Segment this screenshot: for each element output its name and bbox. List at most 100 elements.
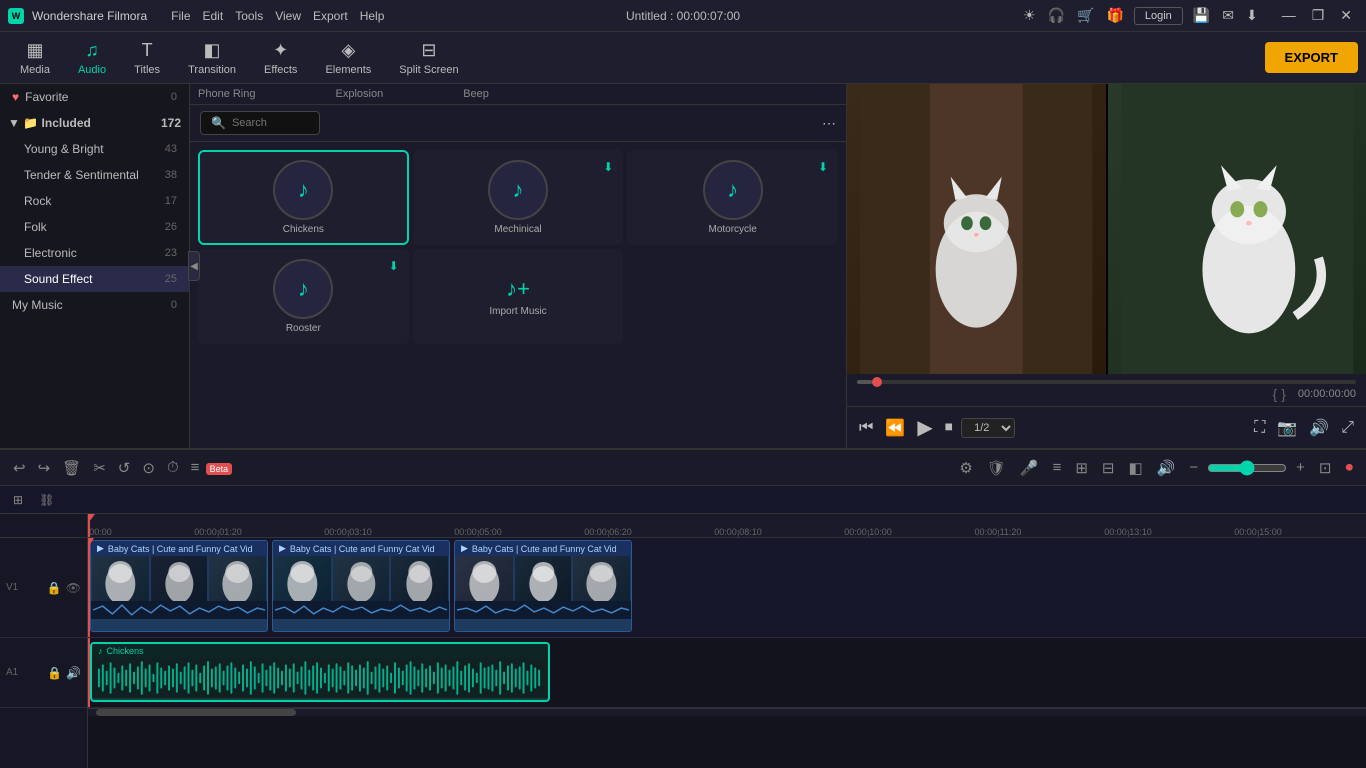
menu-help[interactable]: Help bbox=[360, 9, 385, 23]
folk-label: Folk bbox=[24, 220, 47, 234]
audio-card-rooster[interactable]: ⬇ ♪ Rooster bbox=[198, 249, 409, 344]
crop-button[interactable]: ⊙ bbox=[137, 456, 160, 480]
skip-back-button[interactable]: ⏮ bbox=[855, 415, 877, 441]
menu-edit[interactable]: Edit bbox=[203, 9, 224, 23]
media-icon: ▦ bbox=[26, 40, 43, 61]
volume-button[interactable]: 🔊 bbox=[1305, 414, 1333, 442]
rotate-button[interactable]: ↺ bbox=[113, 456, 136, 480]
toolbar-titles[interactable]: T Titles bbox=[122, 36, 172, 80]
my-music-count: 0 bbox=[171, 299, 177, 311]
headphone-icon[interactable]: 🎧 bbox=[1046, 5, 1067, 26]
login-button[interactable]: Login bbox=[1134, 7, 1183, 25]
fit-button[interactable]: ⊡ bbox=[1314, 456, 1337, 480]
message-icon[interactable]: ✉ bbox=[1220, 5, 1236, 26]
menu-view[interactable]: View bbox=[275, 9, 301, 23]
elements-label: Elements bbox=[325, 64, 371, 76]
brightness-icon[interactable]: ☀ bbox=[1021, 5, 1038, 26]
sidebar-item-electronic[interactable]: Electronic 23 bbox=[0, 240, 189, 266]
track-visible-icon[interactable]: 👁 bbox=[66, 581, 81, 595]
audio-vol-button[interactable]: 🔊 bbox=[1152, 456, 1181, 480]
render-button[interactable]: ⚙ bbox=[954, 456, 977, 480]
audio-card-motorcycle[interactable]: ⬇ ♪ Motorcycle bbox=[627, 150, 838, 245]
shield-button[interactable]: 🛡 bbox=[982, 456, 1011, 480]
toolbar-transition[interactable]: ◧ Transition bbox=[176, 36, 248, 80]
effects-label: Effects bbox=[264, 64, 297, 76]
timer-button[interactable]: ⏱ bbox=[162, 456, 184, 480]
sidebar-item-included[interactable]: ▼ 📁 Included 172 bbox=[0, 110, 189, 136]
toolbar-effects[interactable]: ✦ Effects bbox=[252, 36, 309, 80]
sidebar-item-tender[interactable]: Tender & Sentimental 38 bbox=[0, 162, 189, 188]
sidebar-item-folk[interactable]: Folk 26 bbox=[0, 214, 189, 240]
clip-1-label: Baby Cats | Cute and Funny Cat Vid bbox=[108, 544, 253, 554]
audio-track-mute-icon[interactable]: 🔊 bbox=[66, 666, 81, 680]
search-input[interactable] bbox=[232, 117, 312, 129]
sound-effect-label: Sound Effect bbox=[24, 272, 93, 286]
sidebar-item-rock[interactable]: Rock 17 bbox=[0, 188, 189, 214]
settings-button[interactable]: ≡ Beta bbox=[186, 456, 237, 480]
minimize-button[interactable]: — bbox=[1276, 5, 1302, 26]
record-button[interactable]: ⏺ bbox=[1340, 456, 1358, 479]
subtract-button[interactable]: ⊟ bbox=[1097, 456, 1120, 480]
fullscreen-button[interactable]: ⛶ bbox=[1250, 415, 1269, 441]
mic-button[interactable]: 🎤 bbox=[1015, 456, 1044, 480]
panel-collapse-arrow[interactable]: ◀ bbox=[188, 251, 200, 281]
split-button[interactable]: ◧ bbox=[1124, 456, 1148, 480]
import-music-card[interactable]: ♪+ Import Music bbox=[413, 249, 624, 344]
page-indicator[interactable]: 1/2 bbox=[961, 418, 1015, 438]
gift-icon[interactable]: 🎁 bbox=[1104, 5, 1125, 26]
expand-button[interactable]: ⤢ bbox=[1337, 415, 1358, 441]
mix-button[interactable]: ≡ bbox=[1048, 456, 1067, 479]
menu-tools[interactable]: Tools bbox=[235, 9, 263, 23]
toolbar-elements[interactable]: ◈ Elements bbox=[313, 36, 383, 80]
track-lock-icon[interactable]: 🔒 bbox=[47, 581, 62, 595]
audio-card-chickens[interactable]: ♪ Chickens bbox=[198, 150, 409, 245]
sidebar-item-my-music[interactable]: My Music 0 bbox=[0, 292, 189, 318]
stop-button[interactable]: ⏹ bbox=[941, 415, 957, 441]
rock-count: 17 bbox=[165, 195, 177, 207]
toolbar-media[interactable]: ▦ Media bbox=[8, 36, 62, 80]
step-back-button[interactable]: ⏪ bbox=[881, 414, 909, 442]
ruler-mark-0: 00:00:00:00 bbox=[88, 527, 112, 537]
rock-label: Rock bbox=[24, 194, 51, 208]
zoom-in-button[interactable]: + bbox=[1291, 456, 1310, 479]
download-icon[interactable]: ⬇ bbox=[1244, 5, 1260, 26]
progress-track[interactable] bbox=[857, 380, 1356, 384]
audio-track-lock-icon[interactable]: 🔒 bbox=[47, 666, 62, 680]
toolbar-splitscreen[interactable]: ⊟ Split Screen bbox=[387, 36, 470, 80]
audio-clip[interactable]: ♪ Chickens bbox=[90, 642, 550, 702]
audio-label: Audio bbox=[78, 64, 106, 76]
save-icon[interactable]: 💾 bbox=[1191, 5, 1212, 26]
progress-bar-container: { } 00:00:00:00 bbox=[847, 374, 1366, 406]
menu-export[interactable]: Export bbox=[313, 9, 348, 23]
video-clip-1[interactable]: ▶ Baby Cats | Cute and Funny Cat Vid bbox=[90, 540, 268, 632]
import-music-icon: ♪+ bbox=[506, 276, 530, 302]
delete-button[interactable]: 🗑 bbox=[57, 456, 86, 480]
sidebar-item-sound-effect[interactable]: Sound Effect 25 bbox=[0, 266, 189, 292]
close-button[interactable]: ✕ bbox=[1334, 5, 1358, 26]
grid-view-icon[interactable]: ⋯ bbox=[822, 115, 836, 132]
redo-button[interactable]: ↪ bbox=[33, 456, 56, 480]
snap-button[interactable]: ⊞ bbox=[8, 490, 28, 510]
menu-file[interactable]: File bbox=[171, 9, 190, 23]
cut-button[interactable]: ✂ bbox=[88, 456, 111, 480]
zoom-slider[interactable] bbox=[1207, 460, 1287, 476]
video-clip-3[interactable]: ▶ Baby Cats | Cute and Funny Cat Vid bbox=[454, 540, 632, 632]
audio-card-mechinical[interactable]: ⬇ ♪ Mechinical bbox=[413, 150, 624, 245]
section-beep: Beep bbox=[463, 88, 489, 100]
toolbar-audio[interactable]: ♫ Audio bbox=[66, 36, 118, 80]
timeline-scrollbar[interactable] bbox=[88, 708, 1366, 716]
pip-button[interactable]: ⊞ bbox=[1070, 456, 1093, 480]
sidebar-item-young-bright[interactable]: Young & Bright 43 bbox=[0, 136, 189, 162]
snapshot-button[interactable]: 📷 bbox=[1273, 414, 1301, 442]
link-button[interactable]: ⛓ bbox=[34, 490, 59, 510]
export-button[interactable]: EXPORT bbox=[1265, 42, 1358, 73]
win-controls: — ❐ ✕ bbox=[1276, 5, 1358, 26]
maximize-button[interactable]: ❐ bbox=[1306, 5, 1331, 26]
sidebar-item-favorite[interactable]: ♥ Favorite 0 bbox=[0, 84, 189, 110]
video-clip-2[interactable]: ▶ Baby Cats | Cute and Funny Cat Vid bbox=[272, 540, 450, 632]
play-button[interactable]: ▶ bbox=[913, 411, 936, 444]
scrollbar-thumb[interactable] bbox=[96, 709, 296, 716]
cart-icon[interactable]: 🛒 bbox=[1075, 5, 1096, 26]
undo-button[interactable]: ↩ bbox=[8, 456, 31, 480]
zoom-out-button[interactable]: − bbox=[1184, 456, 1203, 479]
